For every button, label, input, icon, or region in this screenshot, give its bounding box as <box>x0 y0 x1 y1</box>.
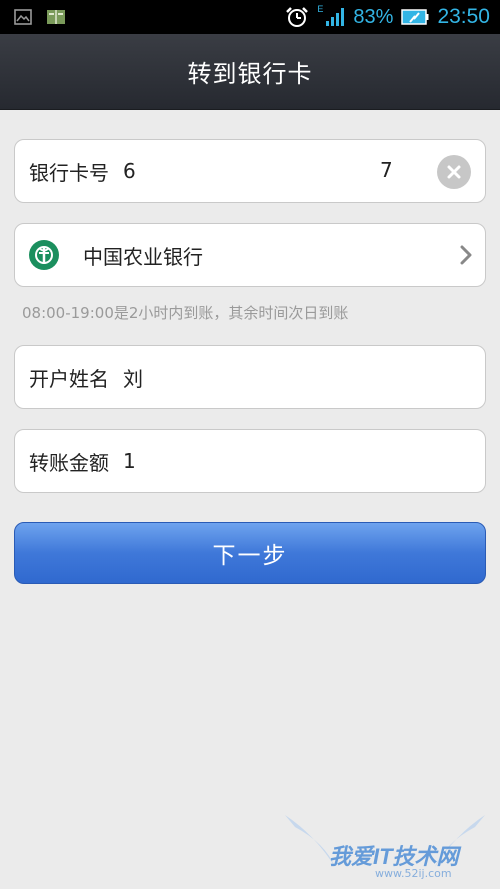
bank-name: 中国农业银行 <box>83 244 203 269</box>
card-number-field[interactable]: 银行卡号 6 7 <box>14 139 486 203</box>
account-name-label: 开户姓名 <box>29 366 109 391</box>
signal-strength-icon <box>325 7 345 27</box>
title-bar: 转到银行卡 <box>0 34 500 110</box>
battery-percent: 83% <box>353 5 394 28</box>
chevron-right-icon <box>459 244 473 271</box>
clock-time: 23:50 <box>437 5 490 28</box>
account-name-field[interactable]: 开户姓名 刘 <box>14 345 486 409</box>
transfer-amount-value: 1 <box>123 449 136 473</box>
page-title: 转到银行卡 <box>187 60 313 88</box>
next-step-button[interactable]: 下一步 <box>14 522 486 584</box>
clear-icon[interactable] <box>437 155 471 189</box>
account-name-value: 刘 <box>123 366 143 391</box>
network-type: E <box>317 4 324 14</box>
card-number-value-start: 6 <box>123 159 136 183</box>
site-watermark: 我爱IT技术网 www.52ij.com <box>285 805 495 885</box>
alarm-clock-icon <box>285 6 309 28</box>
transfer-amount-field[interactable]: 转账金额 1 <box>14 429 486 493</box>
card-number-value-end: 7 <box>380 158 393 182</box>
bank-selector[interactable]: 中国农业银行 <box>14 223 486 287</box>
card-number-label: 银行卡号 <box>29 160 109 185</box>
gallery-notification-icon <box>14 9 32 25</box>
status-bar: E 83% 23:50 <box>0 0 500 34</box>
abc-bank-logo-icon <box>29 240 59 270</box>
battery-icon <box>401 8 429 26</box>
arrival-time-notice: 08:00-19:00是2小时内到账，其余时间次日到账 <box>22 304 349 322</box>
transfer-amount-label: 转账金额 <box>29 450 109 475</box>
watermark-url: www.52ij.com <box>375 867 452 880</box>
book-notification-icon <box>46 9 66 25</box>
